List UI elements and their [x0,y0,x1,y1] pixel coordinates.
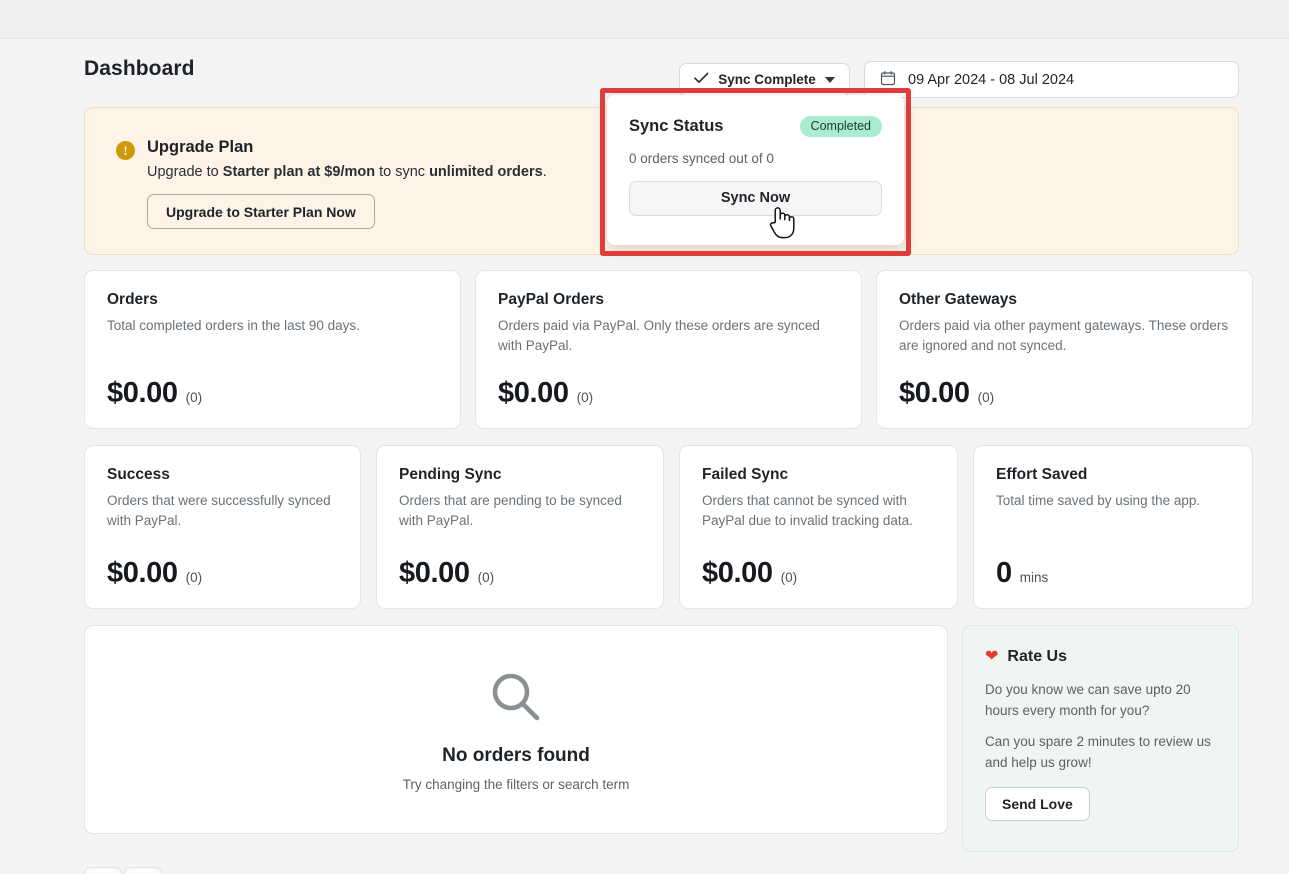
date-range-value: 09 Apr 2024 - 08 Jul 2024 [908,72,1074,88]
pagination-next-button[interactable] [124,867,162,874]
page-header: Dashboard Sync Complete [84,39,1239,101]
rate-us-line-2: Can you spare 2 minutes to review us and… [985,732,1216,773]
stat-card-effort-saved: Effort Saved Total time saved by using t… [973,445,1253,609]
stat-card-count: (0) [978,390,995,405]
empty-state-subtitle: Try changing the filters or search term [403,777,630,792]
stat-card-title: Pending Sync [399,466,641,484]
stats-row-2: Success Orders that were successfully sy… [84,445,1239,609]
orders-empty-panel: No orders found Try changing the filters… [84,625,948,834]
stat-card-pending-sync: Pending Sync Orders that are pending to … [376,445,664,609]
rate-us-header: ❤ Rate Us [985,648,1216,666]
stat-card-count: (0) [186,570,203,585]
stat-card-description: Total completed orders in the last 90 da… [107,316,438,336]
check-icon [694,72,709,87]
rate-us-title: Rate Us [1007,648,1067,666]
stat-card-value: $0.00 [107,377,178,410]
page-title: Dashboard [84,57,195,81]
warning-icon: ! [116,141,135,160]
sync-complete-label: Sync Complete [718,72,816,87]
pagination [84,867,1239,874]
stat-card-value-row: $0.00 (0) [702,557,797,590]
stat-card-title: Orders [107,291,438,309]
bottom-row: No orders found Try changing the filters… [84,625,1239,852]
stat-card-description: Orders paid via PayPal. Only these order… [498,316,839,355]
sync-status-header: Sync Status Completed [629,116,882,137]
heart-icon: ❤ [985,649,998,665]
stat-card-other-gateways: Other Gateways Orders paid via other pay… [876,270,1253,429]
upgrade-text-suffix: . [543,164,547,180]
upgrade-text-unlimited: unlimited orders [429,164,543,180]
stat-card-value: $0.00 [107,557,178,590]
calendar-icon [880,70,896,90]
header-controls: Sync Complete 09 Apr 2024 - 08 Jul 2024 [679,61,1239,98]
stat-card-description: Orders that cannot be synced with PayPal… [702,491,935,530]
sync-status-title: Sync Status [629,117,723,136]
upgrade-text-prefix: Upgrade to [147,164,223,180]
send-love-button[interactable]: Send Love [985,787,1090,821]
stat-card-title: Success [107,466,338,484]
stat-card-failed-sync: Failed Sync Orders that cannot be synced… [679,445,958,609]
stat-card-value: $0.00 [899,377,970,410]
stat-card-success: Success Orders that were successfully sy… [84,445,361,609]
stat-card-description: Orders paid via other payment gateways. … [899,316,1230,355]
stat-card-count: (0) [781,570,798,585]
stat-card-paypal-orders: PayPal Orders Orders paid via PayPal. On… [475,270,862,429]
stat-card-count: mins [1020,570,1049,585]
stat-card-value-row: 0 mins [996,557,1048,590]
stat-card-value-row: $0.00 (0) [498,377,593,410]
stat-card-count: (0) [186,390,203,405]
upgrade-text-middle: to sync [375,164,429,180]
sync-progress-text: 0 orders synced out of 0 [629,151,882,166]
pagination-previous-button[interactable] [84,867,122,874]
date-range-picker[interactable]: 09 Apr 2024 - 08 Jul 2024 [864,61,1239,98]
stat-card-title: Effort Saved [996,466,1230,484]
search-icon [487,668,545,731]
stat-card-value-row: $0.00 (0) [399,557,494,590]
sync-complete-dropdown-button[interactable]: Sync Complete [679,63,850,96]
chevron-down-icon [825,77,835,83]
stat-card-count: (0) [577,390,594,405]
stat-card-value: 0 [996,557,1012,590]
stat-card-value: $0.00 [399,557,470,590]
stat-card-value: $0.00 [702,557,773,590]
stat-card-value-row: $0.00 (0) [899,377,994,410]
upgrade-to-starter-plan-button[interactable]: Upgrade to Starter Plan Now [147,194,375,229]
browser-top-strip [0,0,1289,38]
rate-us-card: ❤ Rate Us Do you know we can save upto 2… [962,625,1239,852]
stat-card-description: Total time saved by using the app. [996,491,1230,511]
stat-card-orders: Orders Total completed orders in the las… [84,270,461,429]
stat-card-title: PayPal Orders [498,291,839,309]
stat-card-value-row: $0.00 (0) [107,557,202,590]
sync-status-popover: Sync Status Completed 0 orders synced ou… [607,95,904,245]
upgrade-plan-description: Upgrade to Starter plan at $9/mon to syn… [147,164,547,180]
stat-card-value: $0.00 [498,377,569,410]
stats-row-1: Orders Total completed orders in the las… [84,270,1239,429]
stat-card-value-row: $0.00 (0) [107,377,202,410]
upgrade-text-plan: Starter plan at $9/mon [223,164,375,180]
stat-card-title: Failed Sync [702,466,935,484]
stat-card-description: Orders that were successfully synced wit… [107,491,338,530]
status-badge: Completed [800,116,882,137]
stat-card-title: Other Gateways [899,291,1230,309]
empty-state-title: No orders found [442,745,590,767]
sync-now-button[interactable]: Sync Now [629,181,882,216]
rate-us-line-1: Do you know we can save upto 20 hours ev… [985,680,1216,721]
stat-card-description: Orders that are pending to be synced wit… [399,491,641,530]
stat-card-count: (0) [478,570,495,585]
upgrade-plan-title: Upgrade Plan [147,138,253,157]
